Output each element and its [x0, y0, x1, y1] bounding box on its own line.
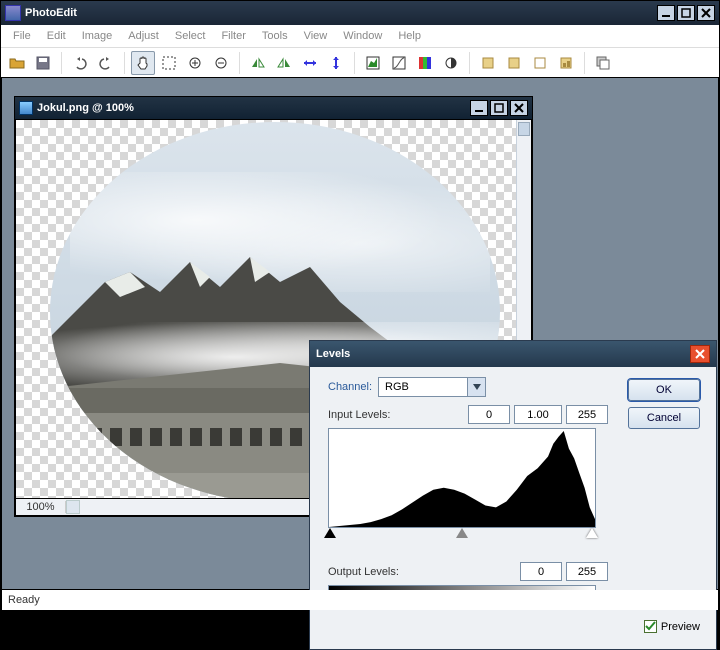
toolbar [1, 47, 719, 77]
input-mid-field[interactable]: 1.00 [514, 405, 562, 424]
document-title: Jokul.png @ 100% [37, 102, 468, 114]
flip-v-icon[interactable] [272, 51, 296, 75]
menu-adjust[interactable]: Adjust [120, 27, 167, 45]
redo-icon[interactable] [94, 51, 118, 75]
channel-value: RGB [379, 381, 467, 393]
menu-edit[interactable]: Edit [39, 27, 74, 45]
ok-button[interactable]: OK [628, 379, 700, 401]
input-sliders [328, 528, 596, 542]
doc-close-button[interactable] [510, 100, 528, 116]
app-title: PhotoEdit [25, 7, 655, 19]
output-high-field[interactable]: 255 [566, 562, 608, 581]
flip-h-icon[interactable] [246, 51, 270, 75]
zoom-in-icon[interactable] [183, 51, 207, 75]
menu-filter[interactable]: Filter [213, 27, 253, 45]
status-text: Ready [8, 594, 40, 606]
color-balance-icon[interactable] [413, 51, 437, 75]
zoom-out-icon[interactable] [209, 51, 233, 75]
open-icon[interactable] [5, 51, 29, 75]
scroll-left-button[interactable] [66, 500, 80, 514]
dialog-close-button[interactable] [690, 345, 710, 363]
zoom-readout[interactable]: 100% [16, 501, 66, 513]
menu-window[interactable]: Window [335, 27, 390, 45]
hand-tool-icon[interactable] [131, 51, 155, 75]
menu-select[interactable]: Select [167, 27, 214, 45]
input-low-field[interactable]: 0 [468, 405, 510, 424]
workspace: Jokul.png @ 100% [2, 78, 718, 589]
minimize-button[interactable] [657, 5, 675, 21]
histogram [328, 428, 596, 528]
statusbar: Ready [2, 590, 718, 610]
undo-icon[interactable] [68, 51, 92, 75]
crop-icon[interactable] [528, 51, 552, 75]
channel-combo[interactable]: RGB [378, 377, 486, 397]
rotate-left-icon[interactable] [476, 51, 500, 75]
resize-h-icon[interactable] [298, 51, 322, 75]
rotate-right-icon[interactable] [502, 51, 526, 75]
levels-icon[interactable] [361, 51, 385, 75]
menu-help[interactable]: Help [390, 27, 429, 45]
dialog-titlebar[interactable]: Levels [310, 341, 716, 367]
main-titlebar[interactable]: PhotoEdit [1, 1, 719, 25]
input-low-slider[interactable] [324, 528, 336, 538]
dialog-title: Levels [316, 348, 690, 360]
input-high-field[interactable]: 255 [566, 405, 608, 424]
main-window: PhotoEdit File Edit Image Adjust Select … [0, 0, 720, 612]
output-low-field[interactable]: 0 [520, 562, 562, 581]
canvas-icon[interactable] [554, 51, 578, 75]
input-high-slider[interactable] [586, 528, 598, 538]
maximize-button[interactable] [677, 5, 695, 21]
document-titlebar[interactable]: Jokul.png @ 100% [15, 97, 532, 119]
menu-image[interactable]: Image [74, 27, 121, 45]
doc-minimize-button[interactable] [470, 100, 488, 116]
channel-label: Channel: [328, 381, 372, 393]
preview-label: Preview [661, 621, 700, 633]
cancel-button[interactable]: Cancel [628, 407, 700, 429]
close-button[interactable] [697, 5, 715, 21]
menu-tools[interactable]: Tools [254, 27, 296, 45]
app-icon [5, 5, 21, 21]
curves-icon[interactable] [387, 51, 411, 75]
chevron-down-icon[interactable] [467, 378, 485, 396]
output-levels-label: Output Levels: [328, 566, 516, 578]
resize-v-icon[interactable] [324, 51, 348, 75]
brightness-icon[interactable] [439, 51, 463, 75]
save-icon[interactable] [31, 51, 55, 75]
menu-file[interactable]: File [5, 27, 39, 45]
preview-checkbox[interactable]: Preview [644, 620, 700, 633]
menubar: File Edit Image Adjust Select Filter Too… [1, 25, 719, 47]
doc-maximize-button[interactable] [490, 100, 508, 116]
input-levels-label: Input Levels: [328, 409, 464, 421]
input-mid-slider[interactable] [456, 528, 468, 538]
layers-icon[interactable] [591, 51, 615, 75]
checkbox-icon [644, 620, 657, 633]
menu-view[interactable]: View [296, 27, 336, 45]
marquee-icon[interactable] [157, 51, 181, 75]
document-icon [19, 101, 33, 115]
